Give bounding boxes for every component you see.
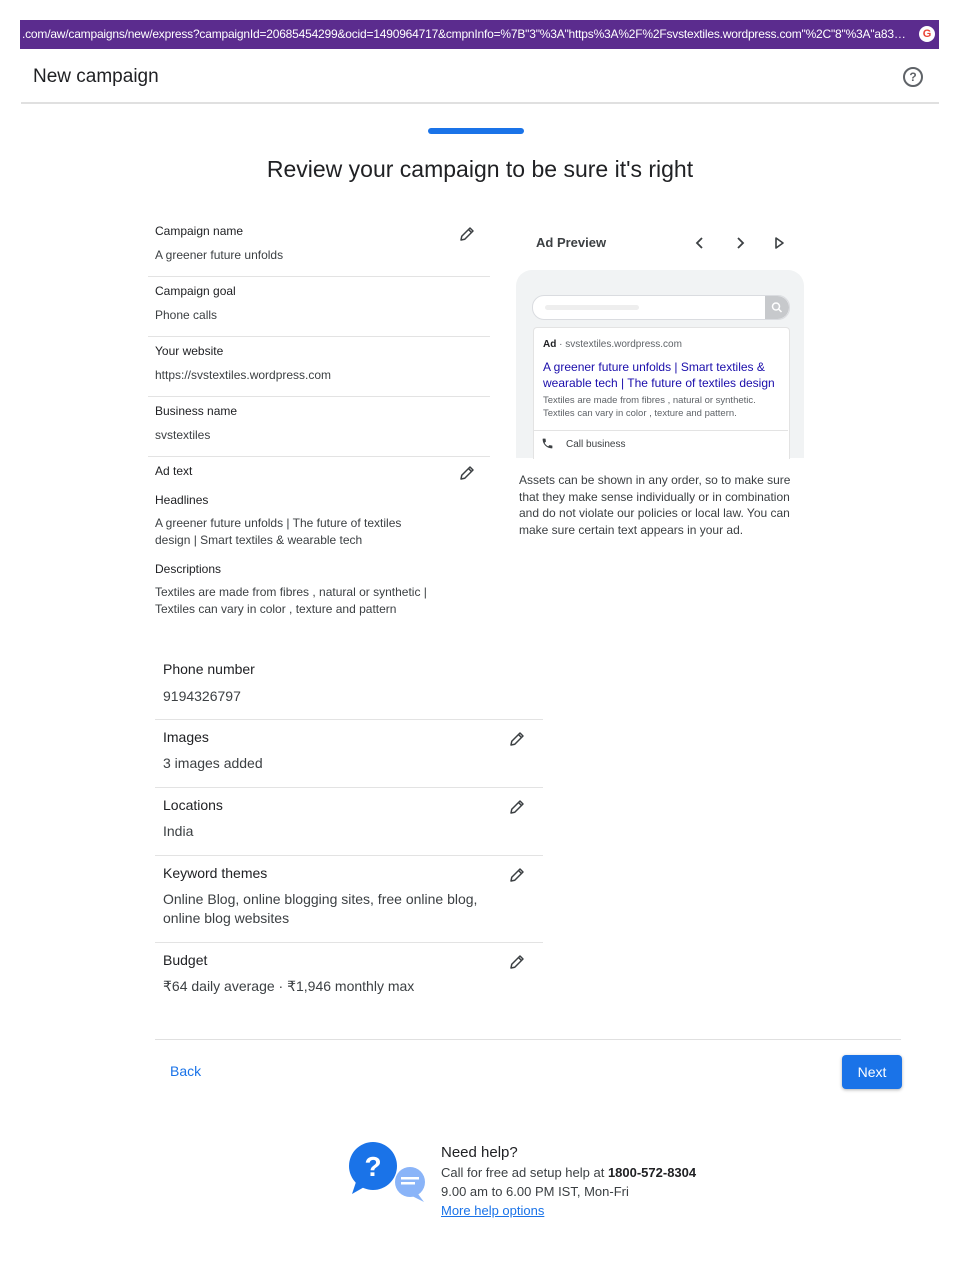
ad-text-label: Ad text xyxy=(155,464,193,478)
help-phone: 1800-572-8304 xyxy=(607,1165,697,1180)
ad-badge: Ad xyxy=(543,339,557,350)
search-icon xyxy=(765,296,789,319)
call-business-label: Call business xyxy=(566,439,626,450)
campaign-name-section: Campaign name A greener future unfolds xyxy=(148,220,490,277)
divider xyxy=(148,456,490,457)
help-title: Need help? xyxy=(441,1144,518,1161)
descriptions-label: Descriptions xyxy=(155,562,222,576)
divider xyxy=(155,855,543,856)
divider xyxy=(155,787,543,788)
locations-section: Locations India xyxy=(155,791,543,856)
campaign-goal-section: Campaign goal Phone calls xyxy=(148,280,490,337)
edit-budget-pencil-icon[interactable] xyxy=(508,953,526,971)
footer-divider xyxy=(155,1039,901,1040)
business-name-label: Business name xyxy=(155,404,238,418)
images-label: Images xyxy=(163,729,209,745)
headlines-value: A greener future unfolds | The future of… xyxy=(155,516,402,547)
website-label: Your website xyxy=(155,344,224,358)
budget-value: ₹64 daily average · ₹1,946 monthly max xyxy=(163,978,415,994)
chevron-right-icon[interactable] xyxy=(734,236,746,250)
ad-text-section: Ad text Headlines A greener future unfol… xyxy=(148,460,490,620)
help-call-line: Call for free ad setup help at 1800-572-… xyxy=(441,1165,696,1180)
google-icon[interactable]: G xyxy=(919,26,935,42)
search-bar-mock xyxy=(532,295,790,320)
divider xyxy=(155,719,543,720)
campaign-name-label: Campaign name xyxy=(155,224,244,238)
help-circle-icon[interactable]: ? xyxy=(903,67,923,87)
page-title: Review your campaign to be sure it's rig… xyxy=(266,156,694,182)
images-value: 3 images added xyxy=(163,755,263,771)
divider xyxy=(148,396,490,397)
website-value: https://svstextiles.wordpress.com xyxy=(155,368,332,382)
images-section: Images 3 images added xyxy=(155,723,543,788)
edit-ad-text-pencil-icon[interactable] xyxy=(458,464,476,482)
ad-display-url: · svstextiles.wordpress.com xyxy=(556,339,682,350)
ad-headline: A greener future unfolds | Smart textile… xyxy=(543,360,775,390)
ad-url-line: Ad · svstextiles.wordpress.com xyxy=(543,339,682,350)
divider xyxy=(148,336,490,337)
search-placeholder xyxy=(545,305,639,310)
more-help-options-link[interactable]: More help options xyxy=(441,1203,544,1218)
chevron-left-icon[interactable] xyxy=(694,236,706,250)
help-hours: 9.00 am to 6.00 PM IST, Mon-Fri xyxy=(441,1184,629,1199)
business-name-section: Business name svstextiles xyxy=(148,400,490,457)
campaign-goal-value: Phone calls xyxy=(155,308,218,322)
edit-locations-pencil-icon[interactable] xyxy=(508,798,526,816)
ad-preview-title: Ad Preview xyxy=(536,235,607,250)
divider xyxy=(148,276,490,277)
svg-text:?: ? xyxy=(364,1151,381,1182)
descriptions-value: Textiles are made from fibres , natural … xyxy=(155,585,427,616)
business-name-value: svstextiles xyxy=(155,428,211,442)
back-button[interactable]: Back xyxy=(170,1063,201,1079)
edit-keyword-themes-pencil-icon[interactable] xyxy=(508,866,526,884)
header-divider xyxy=(21,102,939,104)
campaign-goal-label: Campaign goal xyxy=(155,284,236,298)
edit-images-pencil-icon[interactable] xyxy=(508,730,526,748)
locations-value: India xyxy=(163,823,194,839)
ad-description: Textiles are made from fibres , natural … xyxy=(543,395,756,419)
ad-card-divider xyxy=(533,430,788,431)
play-icon[interactable] xyxy=(773,236,785,250)
website-section: Your website https://svstextiles.wordpre… xyxy=(148,340,490,397)
keyword-themes-section: Keyword themes Online Blog, online blogg… xyxy=(155,859,543,943)
assets-note: Assets can be shown in any order, so to … xyxy=(519,473,791,537)
budget-section: Budget ₹64 daily average · ₹1,946 monthl… xyxy=(155,946,543,1006)
url-text[interactable]: .com/aw/campaigns/new/express?campaignId… xyxy=(22,27,908,41)
browser-url-bar[interactable]: .com/aw/campaigns/new/express?campaignId… xyxy=(20,20,939,49)
phone-icon xyxy=(542,438,553,449)
keyword-themes-label: Keyword themes xyxy=(163,865,268,881)
headlines-label: Headlines xyxy=(155,493,209,507)
campaign-name-value: A greener future unfolds xyxy=(155,248,284,262)
budget-label: Budget xyxy=(163,952,208,968)
edit-campaign-name-pencil-icon[interactable] xyxy=(458,225,476,243)
next-button[interactable]: Next xyxy=(842,1055,902,1089)
progress-indicator xyxy=(428,128,524,134)
help-chat-icon: ? xyxy=(349,1142,425,1202)
keyword-themes-value: Online Blog, online blogging sites, free… xyxy=(163,891,478,926)
locations-label: Locations xyxy=(163,797,223,813)
phone-number-section: Phone number 9194326797 xyxy=(155,655,543,720)
help-call-text: Call for free ad setup help at xyxy=(441,1165,608,1180)
phone-number-label: Phone number xyxy=(163,661,255,677)
phone-number-value: 9194326797 xyxy=(163,688,241,704)
divider xyxy=(155,942,543,943)
page-header-title: New campaign xyxy=(33,66,159,87)
